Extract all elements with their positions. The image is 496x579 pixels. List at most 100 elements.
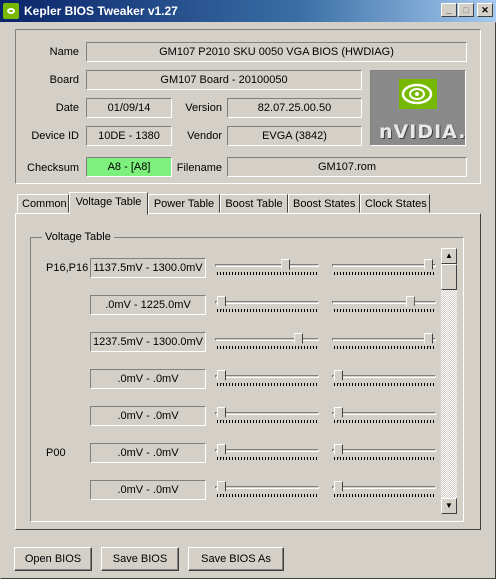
checksum-label: Checksum — [27, 162, 79, 174]
minimize-button[interactable]: _ — [441, 3, 457, 17]
voltage-min-slider[interactable] — [215, 296, 319, 314]
slider-ticks — [334, 420, 434, 423]
slider-ticks — [217, 272, 317, 275]
slider-thumb[interactable] — [334, 481, 343, 495]
slider-groove — [215, 375, 319, 378]
slider-groove — [332, 412, 436, 415]
voltage-min-slider[interactable] — [215, 481, 319, 499]
slider-groove — [332, 264, 436, 267]
slider-ticks — [334, 272, 434, 275]
voltage-range-field[interactable]: 1237.5mV - 1300.0mV — [90, 332, 206, 352]
slider-thumb[interactable] — [334, 370, 343, 384]
slider-thumb[interactable] — [217, 296, 226, 310]
filename-label: Filename — [176, 162, 222, 174]
vendor-field[interactable]: EVGA (3842) — [227, 126, 362, 146]
voltage-max-slider[interactable] — [332, 481, 436, 499]
slider-groove — [215, 486, 319, 489]
voltage-table-scrollbar[interactable]: ▲ ▼ — [441, 248, 457, 514]
slider-groove — [215, 301, 319, 304]
open-bios-button[interactable]: Open BIOS — [14, 547, 92, 571]
voltage-rows-viewport: P16,P16 1137.5mV - 1300.0mV .0mV - 1225.0m… — [40, 252, 440, 516]
slider-ticks — [334, 494, 434, 497]
title-bar[interactable]: Kepler BIOS Tweaker v1.27 _ □ ✕ — [0, 0, 496, 22]
slider-groove — [332, 375, 436, 378]
voltage-min-slider[interactable] — [215, 370, 319, 388]
voltage-range-field[interactable]: .0mV - .0mV — [90, 369, 206, 389]
slider-groove — [332, 338, 436, 341]
nvidia-logo: nVIDIA. — [370, 70, 466, 146]
slider-thumb[interactable] — [217, 444, 226, 458]
slider-thumb[interactable] — [217, 481, 226, 495]
slider-ticks — [217, 346, 317, 349]
filename-field[interactable]: GM107.rom — [227, 157, 467, 177]
tab-voltage-table[interactable]: Voltage Table — [69, 192, 148, 215]
slider-ticks — [334, 383, 434, 386]
voltage-row-label: P00 — [46, 447, 66, 459]
slider-thumb[interactable] — [424, 333, 434, 347]
close-button[interactable]: ✕ — [477, 3, 493, 17]
voltage-max-slider[interactable] — [332, 444, 436, 462]
voltage-max-slider[interactable] — [332, 370, 436, 388]
save-bios-button[interactable]: Save BIOS — [101, 547, 179, 571]
tab-common[interactable]: Common — [17, 194, 69, 213]
board-field[interactable]: GM107 Board - 20100050 — [86, 70, 362, 90]
board-label: Board — [49, 74, 79, 86]
checksum-field[interactable]: A8 - [A8] — [86, 157, 172, 177]
slider-ticks — [217, 457, 317, 460]
voltage-table-legend: Voltage Table — [42, 231, 114, 243]
slider-thumb[interactable] — [294, 333, 304, 347]
maximize-button[interactable]: □ — [458, 3, 474, 17]
slider-thumb[interactable] — [334, 407, 343, 421]
device-id-label: Device ID — [31, 130, 79, 142]
voltage-range-field[interactable]: .0mV - .0mV — [90, 480, 206, 500]
voltage-range-field[interactable]: .0mV - .0mV — [90, 443, 206, 463]
tab-power-table[interactable]: Power Table — [148, 194, 220, 213]
nvidia-eye-logo — [399, 79, 437, 109]
slider-thumb[interactable] — [217, 407, 226, 421]
nvidia-icon — [3, 3, 19, 19]
slider-ticks — [334, 457, 434, 460]
device-id-field[interactable]: 10DE - 1380 — [86, 126, 172, 146]
voltage-range-field[interactable]: .0mV - 1225.0mV — [90, 295, 206, 315]
date-field[interactable]: 01/09/14 — [86, 98, 172, 118]
slider-thumb[interactable] — [281, 259, 291, 273]
slider-groove — [215, 449, 319, 452]
window-title: Kepler BIOS Tweaker v1.27 — [24, 4, 178, 18]
voltage-min-slider[interactable] — [215, 333, 319, 351]
save-bios-as-button[interactable]: Save BIOS As — [188, 547, 284, 571]
voltage-max-slider[interactable] — [332, 259, 436, 277]
date-label: Date — [55, 102, 79, 114]
voltage-max-slider[interactable] — [332, 296, 436, 314]
slider-groove — [215, 264, 319, 267]
scroll-thumb[interactable] — [441, 264, 457, 290]
version-field[interactable]: 82.07.25.00.50 — [227, 98, 362, 118]
voltage-max-slider[interactable] — [332, 407, 436, 425]
slider-ticks — [217, 309, 317, 312]
voltage-range-field[interactable]: .0mV - .0mV — [90, 406, 206, 426]
voltage-min-slider[interactable] — [215, 444, 319, 462]
name-label: Name — [49, 46, 79, 58]
tab-boost-states[interactable]: Boost States — [288, 194, 360, 213]
slider-groove — [215, 338, 319, 341]
version-label: Version — [185, 102, 222, 114]
voltage-min-slider[interactable] — [215, 407, 319, 425]
slider-groove — [215, 412, 319, 415]
voltage-range-field[interactable]: 1137.5mV - 1300.0mV — [90, 258, 206, 278]
tab-clock-states[interactable]: Clock States — [360, 194, 430, 213]
slider-ticks — [217, 494, 317, 497]
nvidia-wordmark: nVIDIA. — [379, 121, 467, 143]
scroll-down-button[interactable]: ▼ — [441, 498, 457, 514]
slider-ticks — [334, 346, 434, 349]
voltage-max-slider[interactable] — [332, 333, 436, 351]
name-field[interactable]: GM107 P2010 SKU 0050 VGA BIOS (HWDIAG) — [86, 42, 467, 62]
slider-ticks — [217, 420, 317, 423]
slider-ticks — [334, 309, 434, 312]
tab-boost-table[interactable]: Boost Table — [220, 194, 288, 213]
slider-thumb[interactable] — [334, 444, 343, 458]
voltage-row-label: P16,P16 — [46, 262, 89, 274]
slider-thumb[interactable] — [217, 370, 226, 384]
slider-thumb[interactable] — [405, 296, 415, 310]
scroll-up-button[interactable]: ▲ — [441, 248, 457, 264]
slider-thumb[interactable] — [424, 259, 434, 273]
voltage-min-slider[interactable] — [215, 259, 319, 277]
